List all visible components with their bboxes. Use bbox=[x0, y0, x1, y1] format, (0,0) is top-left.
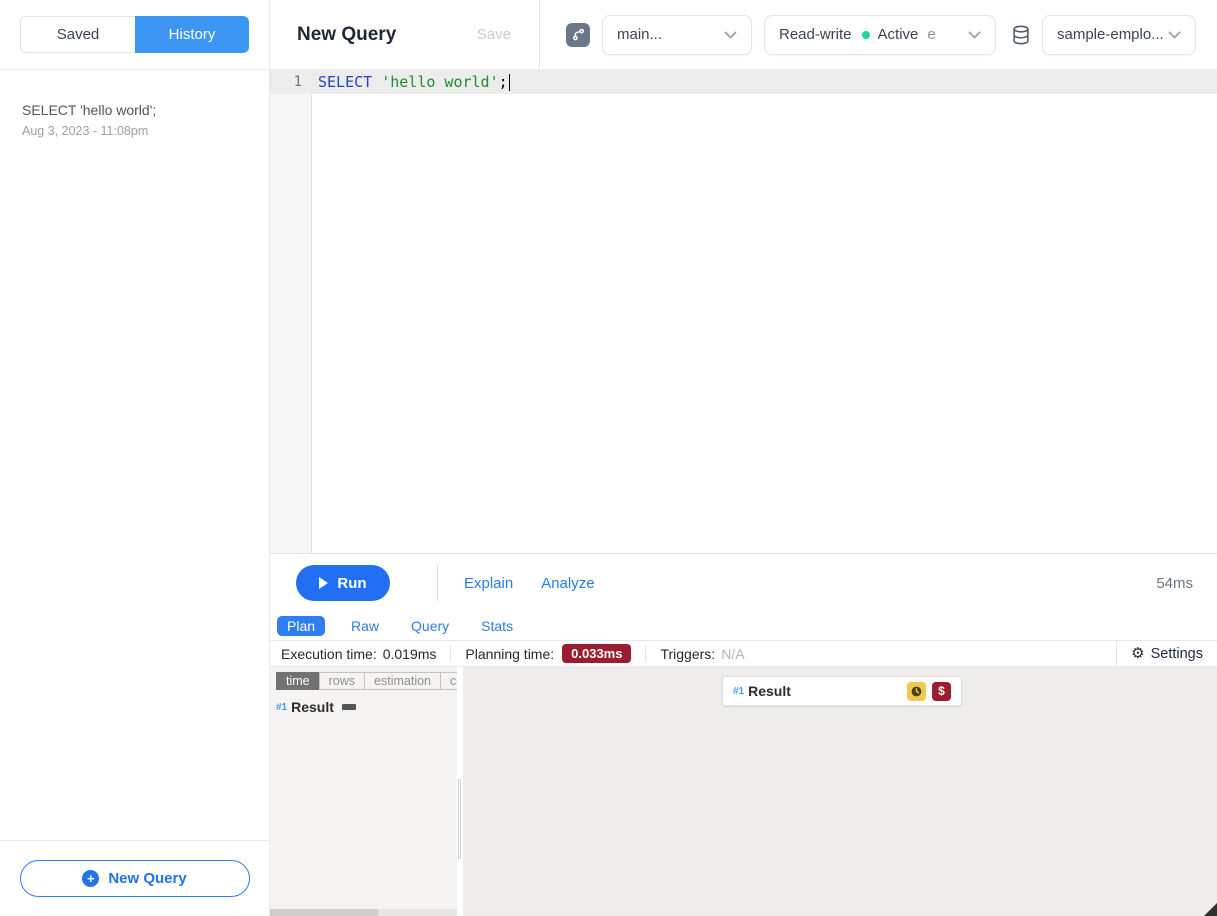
planning-time-badge: 0.033ms bbox=[562, 644, 631, 663]
status-dot-icon bbox=[862, 31, 870, 39]
execution-time-value: 0.019ms bbox=[383, 646, 437, 662]
run-button-label: Run bbox=[337, 575, 366, 592]
database-select[interactable]: sample-emplo... bbox=[1042, 15, 1196, 55]
history-list-item[interactable]: SELECT 'hello world'; Aug 3, 2023 - 11:0… bbox=[0, 94, 269, 146]
gear-icon: ⚙ bbox=[1131, 646, 1144, 661]
scrollbar-thumb[interactable] bbox=[270, 909, 378, 916]
time-badge bbox=[907, 682, 926, 701]
tab-stats[interactable]: Stats bbox=[475, 616, 519, 636]
sidebar-footer: + New Query bbox=[0, 840, 269, 916]
history-list: SELECT 'hello world'; Aug 3, 2023 - 11:0… bbox=[0, 70, 269, 146]
text-cursor bbox=[509, 74, 511, 91]
editor-active-line: 1 SELECT 'hello world'; bbox=[270, 70, 1217, 94]
new-query-button[interactable]: + New Query bbox=[20, 860, 250, 897]
editor-gutter bbox=[270, 70, 312, 553]
splitter-handle-icon bbox=[458, 779, 461, 859]
chevron-down-icon bbox=[968, 31, 981, 39]
plan-visualization: time rows estimation cost #1 Result bbox=[270, 667, 1217, 916]
stats-divider bbox=[645, 646, 646, 662]
tab-plan[interactable]: Plan bbox=[277, 616, 325, 636]
toolbar-divider bbox=[437, 565, 438, 601]
sql-keyword: SELECT bbox=[318, 73, 372, 91]
sql-string: 'hello world' bbox=[381, 73, 498, 91]
analyze-link[interactable]: Analyze bbox=[541, 575, 594, 592]
save-button[interactable]: Save bbox=[477, 26, 511, 43]
plan-node-label: Result bbox=[748, 683, 791, 699]
cost-badge: $ bbox=[932, 682, 951, 701]
explain-link[interactable]: Explain bbox=[464, 575, 513, 592]
settings-label: Settings bbox=[1151, 646, 1203, 662]
connection-mode-select[interactable]: Read-write Active e bbox=[764, 15, 996, 55]
horizontal-scrollbar[interactable] bbox=[270, 909, 457, 916]
plan-node-bar-icon bbox=[342, 704, 356, 710]
tab-raw[interactable]: Raw bbox=[345, 616, 385, 636]
metric-estimation-button[interactable]: estimation bbox=[364, 672, 441, 690]
branch-select[interactable]: main... bbox=[602, 15, 752, 55]
execution-stats-bar: Execution time: 0.019ms Planning time: 0… bbox=[270, 641, 1217, 667]
tab-history[interactable]: History bbox=[135, 16, 249, 53]
connection-mode-value: Read-write bbox=[779, 26, 852, 43]
chevron-down-icon bbox=[1168, 31, 1181, 39]
connection-toolbar: main... Read-write Active e sample-emplo bbox=[540, 0, 1196, 69]
history-query-text: SELECT 'hello world'; bbox=[22, 102, 247, 118]
plan-metric-buttons: time rows estimation cost bbox=[276, 672, 457, 690]
app-window: Saved History SELECT 'hello world'; Aug … bbox=[0, 0, 1217, 916]
connection-status-value: Active bbox=[878, 26, 919, 43]
query-duration: 54ms bbox=[1156, 575, 1193, 592]
database-select-value: sample-emplo... bbox=[1057, 26, 1164, 43]
metric-time-button[interactable]: time bbox=[276, 672, 320, 690]
database-icon bbox=[1010, 23, 1032, 47]
triggers-label: Triggers: bbox=[660, 646, 715, 662]
plan-tree-pane: time rows estimation cost #1 Result bbox=[270, 667, 457, 916]
line-number: 1 bbox=[270, 74, 312, 90]
tab-query[interactable]: Query bbox=[405, 616, 455, 636]
plan-node-label: Result bbox=[291, 699, 334, 715]
triggers-value: N/A bbox=[721, 646, 744, 662]
branch-select-value: main... bbox=[617, 26, 662, 43]
plan-tree-node[interactable]: #1 Result bbox=[276, 699, 457, 715]
code-line: SELECT 'hello world'; bbox=[312, 73, 510, 91]
plus-circle-icon: + bbox=[82, 870, 99, 887]
sql-editor[interactable]: 1 SELECT 'hello world'; bbox=[270, 70, 1217, 553]
plan-node-id: #1 bbox=[276, 702, 287, 713]
planning-time-label: Planning time: bbox=[465, 646, 554, 662]
results-tabs: Plan Raw Query Stats bbox=[270, 612, 1217, 641]
saved-history-toggle: Saved History bbox=[20, 16, 249, 53]
main-header: New Query Save main... Read-write bbox=[270, 0, 1217, 70]
settings-button[interactable]: ⚙ Settings bbox=[1116, 641, 1217, 666]
plan-node-id: #1 bbox=[733, 686, 744, 697]
query-title-section: New Query Save bbox=[270, 0, 540, 69]
sidebar-header: Saved History bbox=[0, 0, 269, 70]
git-branch-icon[interactable] bbox=[566, 23, 590, 47]
page-title: New Query bbox=[297, 24, 396, 46]
run-button[interactable]: Run bbox=[296, 565, 390, 601]
sidebar: Saved History SELECT 'hello world'; Aug … bbox=[0, 0, 270, 916]
sql-semicolon: ; bbox=[499, 73, 508, 91]
tab-saved[interactable]: Saved bbox=[20, 16, 135, 53]
execution-time-label: Execution time: bbox=[281, 646, 377, 662]
history-timestamp: Aug 3, 2023 - 11:08pm bbox=[22, 124, 247, 138]
plan-diagram-node[interactable]: #1 Result $ bbox=[722, 676, 962, 706]
main-panel: New Query Save main... Read-write bbox=[270, 0, 1217, 916]
metric-rows-button[interactable]: rows bbox=[319, 672, 365, 690]
resize-grip-icon[interactable] bbox=[1204, 903, 1217, 916]
chevron-down-icon bbox=[724, 31, 737, 39]
connection-extra-text: e bbox=[927, 26, 935, 43]
play-icon bbox=[319, 577, 328, 589]
stats-divider bbox=[450, 646, 451, 662]
plan-diagram-pane: #1 Result $ bbox=[463, 667, 1217, 916]
run-toolbar: Run Explain Analyze 54ms bbox=[270, 553, 1217, 612]
new-query-button-label: New Query bbox=[108, 870, 186, 887]
